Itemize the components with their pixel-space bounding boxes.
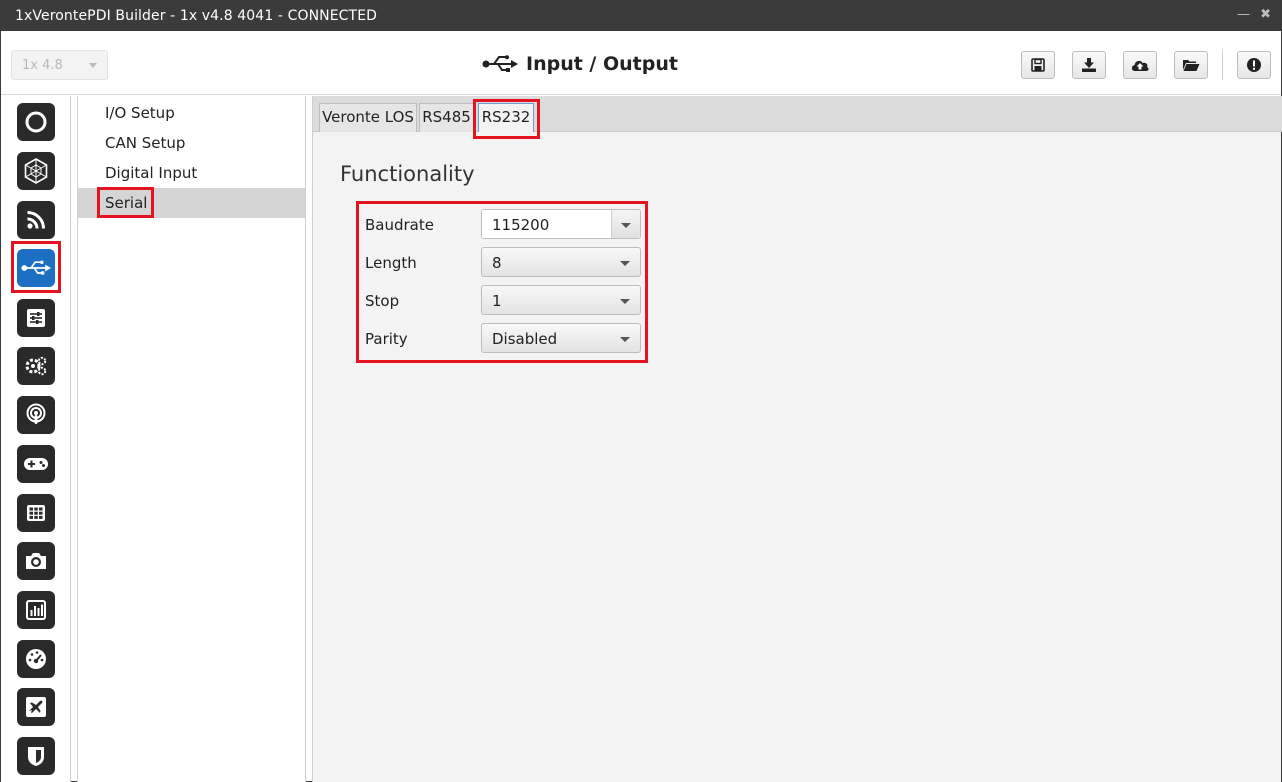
open-folder-button[interactable] — [1174, 51, 1208, 79]
submenu-panel: I/O Setup CAN Setup Digital Input Serial — [77, 96, 306, 782]
submenu-item-digital-input[interactable]: Digital Input — [78, 158, 305, 188]
hexagon-icon — [24, 158, 48, 184]
tab-veronte-los[interactable]: Veronte LOS — [319, 103, 417, 132]
cloud-upload-button[interactable] — [1123, 51, 1157, 79]
nav-camera[interactable] — [17, 542, 55, 580]
download-button[interactable] — [1072, 51, 1106, 79]
save-icon — [1031, 58, 1045, 72]
sliders-icon — [27, 309, 45, 327]
nav-flight[interactable] — [17, 688, 55, 726]
camera-icon — [26, 553, 46, 569]
nav-gauge[interactable] — [17, 640, 55, 678]
nav-controls[interactable] — [17, 299, 55, 337]
save-button[interactable] — [1021, 51, 1055, 79]
gears-icon — [25, 356, 47, 376]
cloud-upload-icon — [1131, 60, 1149, 71]
power-icon — [25, 111, 47, 133]
highlight-serial — [97, 187, 154, 218]
page-title-text: Input / Output — [526, 53, 678, 75]
folder-open-icon — [1183, 60, 1200, 71]
gauge-icon — [26, 649, 46, 669]
window-controls: — ✖ — [1231, 7, 1271, 22]
podcast-icon — [26, 403, 46, 424]
shield-icon — [28, 747, 44, 766]
usb-icon — [482, 55, 518, 72]
plane-icon — [26, 697, 46, 717]
page-title: Input / Output — [482, 51, 678, 77]
toolbar-separator — [1222, 50, 1223, 80]
nav-charts[interactable] — [17, 591, 55, 629]
header: 1x 4.8 Input / Output — [1, 31, 1281, 95]
highlight-tab-rs232 — [473, 99, 540, 139]
tab-rs485[interactable]: RS485 — [419, 103, 474, 132]
bar-chart-icon — [26, 600, 46, 620]
close-button[interactable]: ✖ — [1260, 7, 1271, 22]
gamepad-icon — [24, 458, 48, 470]
download-icon — [1082, 58, 1096, 72]
nav-telemetry[interactable] — [17, 201, 55, 239]
title-bar: 1xVerontePDI Builder - 1x v4.8 4041 - CO… — [1, 1, 1281, 31]
grid-icon — [27, 505, 45, 521]
submenu-item-can-setup[interactable]: CAN Setup — [78, 128, 305, 158]
highlight-nav-io — [11, 241, 61, 293]
alert-button[interactable] — [1237, 51, 1271, 79]
window-title: 1xVerontePDI Builder - 1x v4.8 4041 - CO… — [15, 8, 378, 24]
main-nav — [1, 96, 71, 782]
version-select-value: 1x 4.8 — [22, 58, 63, 73]
alert-icon — [1247, 58, 1261, 72]
toolbar — [1021, 50, 1271, 80]
nav-hexagon[interactable] — [17, 152, 55, 190]
content-panel: Veronte LOS RS485 RS232 Functionality Ba… — [312, 96, 1282, 782]
nav-power[interactable] — [17, 103, 55, 141]
nav-security[interactable] — [17, 737, 55, 775]
nav-broadcast[interactable] — [17, 396, 55, 434]
app-window: 1xVerontePDI Builder - 1x v4.8 4041 - CO… — [0, 0, 1282, 782]
section-title-functionality: Functionality — [340, 162, 475, 186]
tab-strip: Veronte LOS RS485 RS232 — [313, 96, 1282, 139]
nav-joystick[interactable] — [17, 445, 55, 483]
nav-settings[interactable] — [17, 347, 55, 385]
submenu-item-io-setup[interactable]: I/O Setup — [78, 98, 305, 128]
version-select[interactable]: 1x 4.8 — [11, 50, 108, 80]
chevron-down-icon — [89, 63, 97, 68]
minimize-button[interactable]: — — [1237, 7, 1250, 22]
highlight-functionality-fields — [356, 201, 648, 363]
nav-grid[interactable] — [17, 494, 55, 532]
rss-icon — [27, 211, 45, 229]
